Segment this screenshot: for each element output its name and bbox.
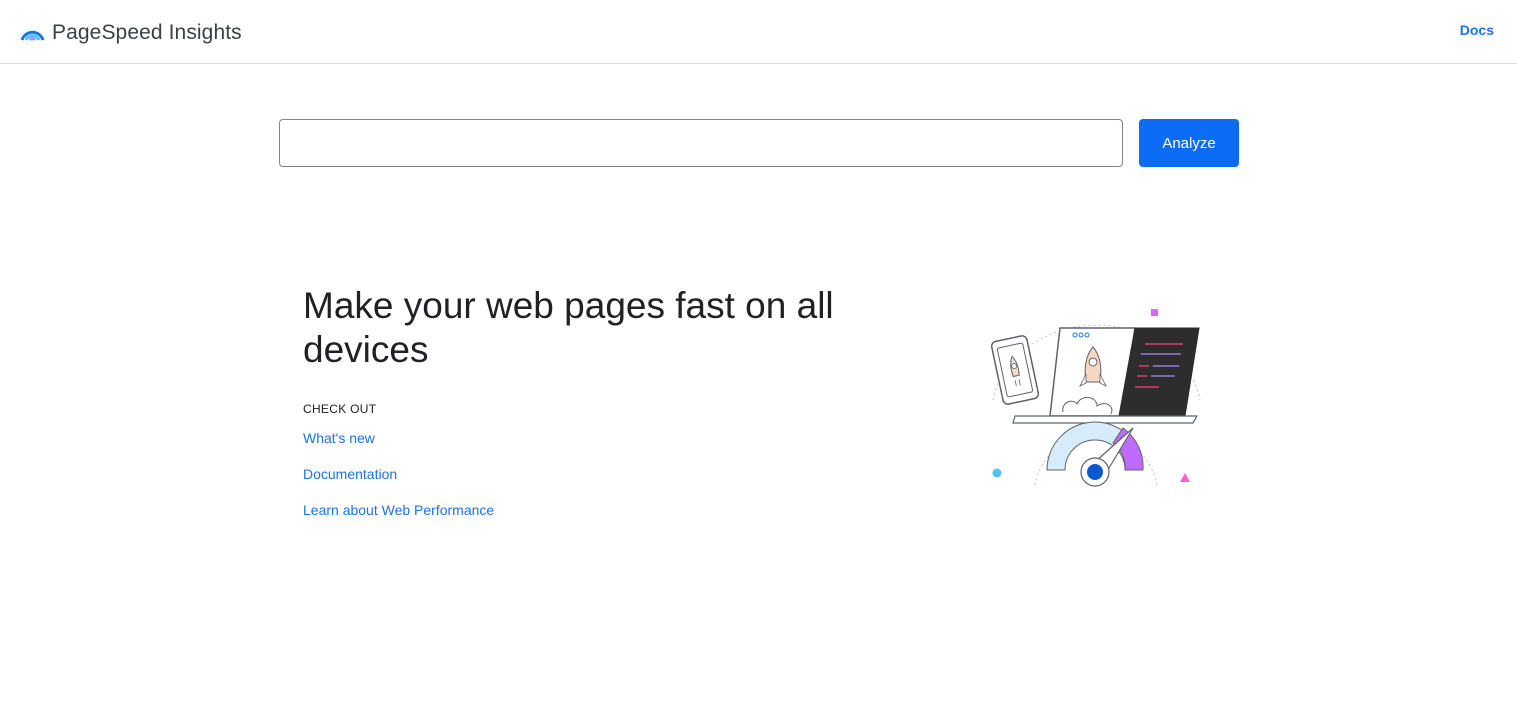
brand-name: PageSpeed Insights: [52, 21, 242, 45]
check-out-label: CHECK OUT: [303, 402, 376, 416]
analyze-button[interactable]: Analyze: [1139, 119, 1239, 167]
top-app-bar: PageSpeed Insights Docs: [0, 0, 1517, 64]
url-input[interactable]: [279, 119, 1123, 167]
docs-link[interactable]: Docs: [1460, 22, 1494, 38]
documentation-link[interactable]: Documentation: [303, 466, 397, 482]
brand-home-link[interactable]: PageSpeed Insights: [20, 18, 242, 48]
speed-devices-illustration: [985, 300, 1210, 495]
learn-web-performance-link[interactable]: Learn about Web Performance: [303, 502, 494, 518]
pagespeed-logo-icon: [20, 18, 45, 48]
whats-new-link[interactable]: What's new: [303, 430, 375, 446]
page-headline: Make your web pages fast on all devices: [303, 284, 863, 372]
